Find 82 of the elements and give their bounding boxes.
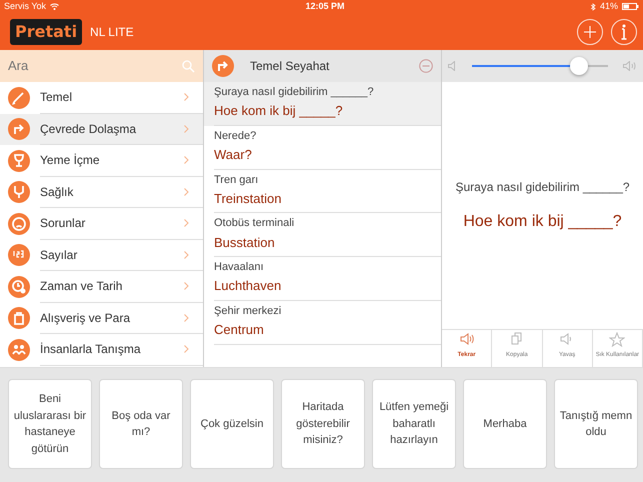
phrase-item[interactable]: Şehir merkezi Centrum <box>204 300 441 345</box>
translated-phrase: Busstation <box>214 234 276 250</box>
phrase-card[interactable]: Tanıştığ memn oldu <box>554 379 638 469</box>
category-item[interactable]: Sayılar <box>0 240 203 271</box>
speaker-low-icon <box>448 61 457 71</box>
chevron-icon <box>184 156 189 164</box>
category-label: Sayılar <box>40 246 78 264</box>
category-label: İnsanlarla Tanışma <box>40 341 140 358</box>
category-item[interactable]: Sağlık <box>0 176 203 208</box>
category-label: Zaman ve Tarih <box>40 278 122 296</box>
category-item[interactable]: Yeme İçme <box>0 145 203 176</box>
category-label: Çevrede Dolaşma <box>40 120 136 138</box>
chevron-icon <box>184 188 189 196</box>
phrase-item[interactable]: Tren garı Treinstation <box>204 170 441 214</box>
battery-icon <box>622 3 639 10</box>
wifi-icon <box>50 3 60 10</box>
info-icon <box>620 24 628 40</box>
app-logo: Pretati <box>10 18 82 44</box>
phrase-card[interactable]: Çok güzelsin <box>190 379 274 469</box>
star-icon <box>609 332 626 347</box>
battery-percent: 41% <box>600 0 618 13</box>
source-phrase: Nerede? <box>214 130 258 143</box>
category-label: Sorunlar <box>40 215 86 232</box>
add-button[interactable] <box>577 18 603 44</box>
search-input[interactable]: Ara <box>8 56 182 76</box>
clock-text: 12:05 PM <box>304 0 346 13</box>
goblet-icon <box>8 150 30 172</box>
edition-label: NL LITE <box>90 24 134 40</box>
bluetooth-icon <box>590 2 596 10</box>
translated-phrase: Treinstation <box>214 190 282 206</box>
phrase-item[interactable]: Havaalanı Luchthaven <box>204 257 441 301</box>
phrase-item[interactable]: Şuraya nasıl gidebilirim ______? Hoe kom ik bij _____? <box>204 82 441 126</box>
phrase-item[interactable]: Nerede? Waar? <box>204 126 441 170</box>
translated-phrase: Waar? <box>214 146 253 163</box>
phrase-card[interactable]: Boş oda var mı? <box>99 379 183 469</box>
chevron-icon <box>184 124 189 133</box>
source-phrase: Şehir merkezi <box>214 304 282 318</box>
category-label: Temel <box>40 89 72 106</box>
category-item[interactable]: Çevrede Dolaşma <box>0 114 203 145</box>
phrase-card[interactable]: Beni uluslararası bir hastaneye götürün <box>8 379 92 469</box>
chevron-icon <box>184 282 189 290</box>
translated-phrase: Centrum <box>214 322 265 338</box>
phrase-card[interactable]: Lütfen yemeği baharatlı hazırlayın <box>372 379 456 469</box>
people-icon <box>8 338 30 361</box>
info-button[interactable] <box>611 18 637 44</box>
search-field[interactable]: Ara <box>0 50 203 82</box>
sad-face-icon <box>8 212 30 235</box>
chevron-icon <box>184 219 189 228</box>
source-phrase: Şuraya nasıl gidebilirim ______? <box>454 178 631 196</box>
digits-icon <box>8 244 30 266</box>
category-label: Alışveriş ve Para <box>40 310 130 327</box>
category-label: Sağlık <box>40 184 74 201</box>
phrase-item[interactable]: Otobüs terminali Busstation <box>204 213 441 258</box>
category-title: Temel Seyahat <box>250 58 330 75</box>
phrase-card[interactable]: Merhaba <box>463 379 547 469</box>
category-item[interactable]: İnsanlarla Tanışma <box>0 334 203 366</box>
source-phrase: Otobüs terminali <box>214 217 296 231</box>
category-item[interactable]: Zaman ve Tarih <box>0 271 203 302</box>
translated-phrase: Luchthaven <box>214 278 282 294</box>
plus-icon <box>584 26 596 38</box>
minus-circle-icon <box>419 59 433 73</box>
translated-phrase: Hoe kom ik bij _____? <box>214 103 344 119</box>
slider-thumb[interactable] <box>570 57 588 75</box>
speaker-loud-icon <box>623 61 637 71</box>
search-icon <box>182 60 195 72</box>
source-phrase: Şuraya nasıl gidebilirim ______? <box>214 86 375 100</box>
source-phrase: Havaalanı <box>214 261 265 274</box>
source-phrase: Tren garı <box>214 174 260 187</box>
carrier-text: Servis Yok <box>4 0 46 13</box>
translated-phrase: Hoe kom ik bij _____? <box>462 212 623 232</box>
chevron-icon <box>184 250 189 259</box>
speaker-icon <box>458 332 475 347</box>
chevron-icon <box>184 93 189 102</box>
chevron-icon <box>184 314 189 322</box>
pencil-icon <box>8 86 30 109</box>
category-item[interactable]: Sorunlar <box>0 208 203 240</box>
chevron-icon <box>184 345 189 354</box>
category-item[interactable]: Alışveriş ve Para <box>0 302 203 334</box>
collapse-button[interactable] <box>419 59 433 73</box>
shopping-bag-icon <box>8 307 30 330</box>
phrase-card[interactable]: Haritada gösterebilir misiniz? <box>281 379 365 469</box>
category-label: Yeme İçme <box>40 152 100 170</box>
